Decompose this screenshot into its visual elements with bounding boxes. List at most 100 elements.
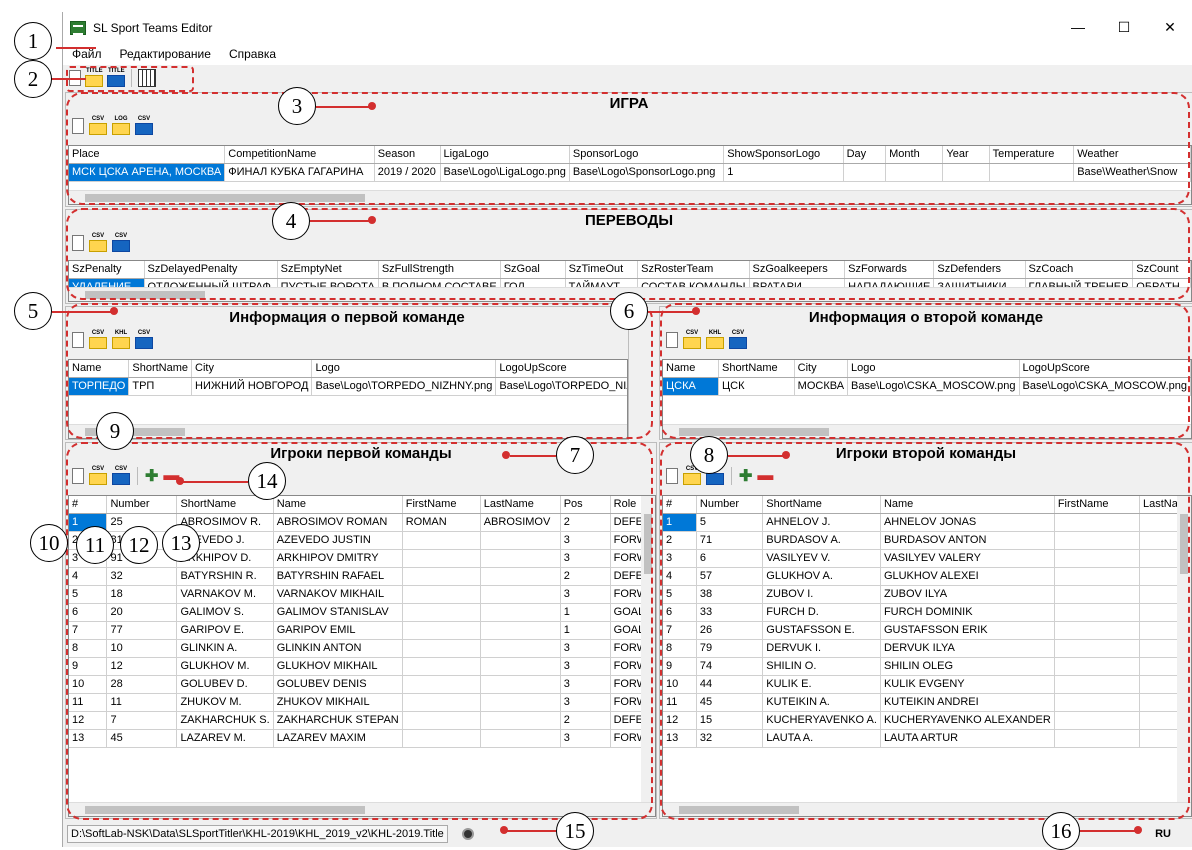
open-csv-icon[interactable]: CSV	[89, 233, 107, 252]
table-cell[interactable]: 3	[560, 549, 611, 568]
table-cell[interactable]: 32	[696, 729, 764, 748]
column-header[interactable]: ShortName	[718, 360, 795, 378]
language-selector[interactable]: RU	[1155, 828, 1171, 840]
column-header[interactable]: LogoUpScore	[1019, 360, 1191, 378]
table-cell[interactable]: 20	[106, 603, 178, 622]
table-cell[interactable]: AHNELOV J.	[762, 513, 881, 532]
column-header[interactable]: Number	[696, 496, 764, 514]
table-cell[interactable]	[1054, 585, 1140, 604]
table-cell[interactable]	[843, 163, 887, 182]
table-cell[interactable]	[1054, 603, 1140, 622]
table-cell[interactable]: 8	[663, 639, 697, 658]
table-cell[interactable]: 9	[69, 657, 108, 676]
game-grid[interactable]: Place CompetitionName Season LigaLogo Sponso…	[68, 145, 1192, 205]
table-row[interactable]: 4 57 GLUKHOV A. GLUKHOV ALEXEI	[663, 567, 1191, 586]
table-row[interactable]: 10 28 GOLUBEV D. GOLUBEV DENIS 3 FORW	[69, 675, 655, 694]
maximize-button[interactable]: ☐	[1101, 12, 1147, 43]
table-cell[interactable]	[480, 693, 561, 712]
table-cell[interactable]: DERVUK ILYA	[880, 639, 1055, 658]
new-icon[interactable]	[72, 118, 84, 134]
column-header[interactable]: SzTimeOut	[565, 261, 639, 279]
table-cell[interactable]: 3	[560, 639, 611, 658]
record-icon[interactable]	[461, 827, 474, 840]
table-cell[interactable]: 5	[696, 513, 764, 532]
table-cell[interactable]: Base\Logo\TORPEDO_NIZ	[495, 377, 627, 396]
table-row[interactable]: 3 91 ARKHIPOV D. ARKHIPOV DMITRY 3 FORW	[69, 549, 655, 568]
open-csv-icon[interactable]: CSV	[683, 466, 701, 485]
table-row[interactable]: 1 5 AHNELOV J. AHNELOV JONAS	[663, 513, 1191, 532]
table-cell[interactable]	[402, 729, 481, 748]
table-cell[interactable]: 8	[69, 639, 108, 658]
column-header[interactable]: #	[69, 496, 108, 514]
column-header[interactable]: Name	[69, 360, 130, 378]
table-cell[interactable]: ZHUKOV M.	[176, 693, 274, 712]
table-cell[interactable]: Base\Logo\SponsorLogo.png	[569, 163, 725, 182]
table-cell[interactable]: GLUKHOV A.	[762, 567, 881, 586]
table-cell[interactable]: FURCH DOMINIK	[880, 603, 1055, 622]
table-cell[interactable]: Base\Logo\TORPEDO_NIZHNY.png	[311, 377, 497, 396]
table-cell[interactable]	[402, 711, 481, 730]
table-cell[interactable]: 6	[663, 603, 697, 622]
table-row[interactable]: 9 74 SHILIN O. SHILIN OLEG	[663, 657, 1191, 676]
table-cell[interactable]: VASILYEV V.	[762, 549, 881, 568]
open-csv-icon[interactable]: CSV	[89, 116, 107, 135]
table-cell[interactable]	[1054, 639, 1140, 658]
table-cell[interactable]: LAUTA A.	[762, 729, 881, 748]
table-row[interactable]: 11 45 KUTEIKIN A. KUTEIKIN ANDREI	[663, 693, 1191, 712]
save-title-icon[interactable]: TITLE	[107, 68, 125, 87]
table-cell[interactable]: 1	[663, 513, 697, 532]
new-icon[interactable]	[72, 332, 84, 348]
table-cell[interactable]: МОСКВА	[794, 377, 849, 396]
table-cell[interactable]: 10	[69, 675, 108, 694]
table-cell[interactable]	[480, 657, 561, 676]
horizontal-scrollbar[interactable]	[69, 190, 1191, 204]
vertical-scrollbar[interactable]	[641, 496, 655, 804]
column-header[interactable]: SzRosterTeam	[637, 261, 750, 279]
table-row[interactable]: 5 38 ZUBOV I. ZUBOV ILYA	[663, 585, 1191, 604]
table-cell[interactable]: 4	[69, 567, 108, 586]
table-row[interactable]: ЦСКА ЦСК МОСКВА Base\Logo\CSKA_MOSCOW.png Ba…	[663, 377, 1191, 396]
column-header[interactable]: Name	[273, 496, 403, 514]
table-cell[interactable]: 3	[560, 657, 611, 676]
save-csv-icon[interactable]: CSV	[112, 233, 130, 252]
table-cell[interactable]: VARNAKOV MIKHAIL	[273, 585, 403, 604]
table-cell[interactable]: 11	[663, 693, 697, 712]
table-cell[interactable]	[402, 639, 481, 658]
table-cell[interactable]	[480, 603, 561, 622]
table-cell[interactable]	[480, 639, 561, 658]
table-cell[interactable]: GLUKHOV M.	[176, 657, 274, 676]
table-cell[interactable]: LAZAREV M.	[176, 729, 274, 748]
column-header[interactable]: #	[663, 496, 697, 514]
table-cell[interactable]	[402, 657, 481, 676]
table-cell[interactable]	[402, 585, 481, 604]
table-cell[interactable]: 12	[106, 657, 178, 676]
table-row[interactable]: 12 15 KUCHERYAVENKO A. KUCHERYAVENKO ALEXAN…	[663, 711, 1191, 730]
table-cell[interactable]: KUTEIKIN ANDREI	[880, 693, 1055, 712]
table-cell[interactable]: ТРП	[128, 377, 193, 396]
column-header[interactable]: SzDelayedPenalty	[144, 261, 278, 279]
column-header[interactable]: SzFullStrength	[378, 261, 501, 279]
menu-edit[interactable]: Редактирование	[111, 47, 220, 61]
table-row[interactable]: 11 11 ZHUKOV M. ZHUKOV MIKHAIL 3 FORW	[69, 693, 655, 712]
table-cell[interactable]: 1	[560, 603, 611, 622]
table-cell[interactable]: LAUTA ARTUR	[880, 729, 1055, 748]
table-cell[interactable]: KUCHERYAVENKO A.	[762, 711, 881, 730]
table-cell[interactable]: ABROSIMOV ROMAN	[273, 513, 403, 532]
table-cell[interactable]: ZAKHARCHUK S.	[176, 711, 274, 730]
new-icon[interactable]	[666, 332, 678, 348]
table-cell[interactable]: 32	[106, 567, 178, 586]
open-csv-icon[interactable]: CSV	[89, 466, 107, 485]
open-csv-icon[interactable]: CSV	[89, 330, 107, 349]
table-cell[interactable]: 79	[696, 639, 764, 658]
horizontal-scrollbar[interactable]	[663, 802, 1191, 816]
column-header[interactable]: Year	[942, 146, 990, 164]
open-log-icon[interactable]: LOG	[112, 116, 130, 135]
table-cell[interactable]	[885, 163, 944, 182]
table-cell[interactable]: ТОРПЕДО	[69, 377, 130, 396]
column-header[interactable]: City	[191, 360, 313, 378]
table-row[interactable]: 13 45 LAZAREV M. LAZAREV MAXIM 3 FORW	[69, 729, 655, 748]
table-cell[interactable]: 11	[106, 693, 178, 712]
column-header[interactable]: Number	[106, 496, 178, 514]
table-cell[interactable]: ZUBOV I.	[762, 585, 881, 604]
table-row[interactable]: 13 32 LAUTA A. LAUTA ARTUR	[663, 729, 1191, 748]
